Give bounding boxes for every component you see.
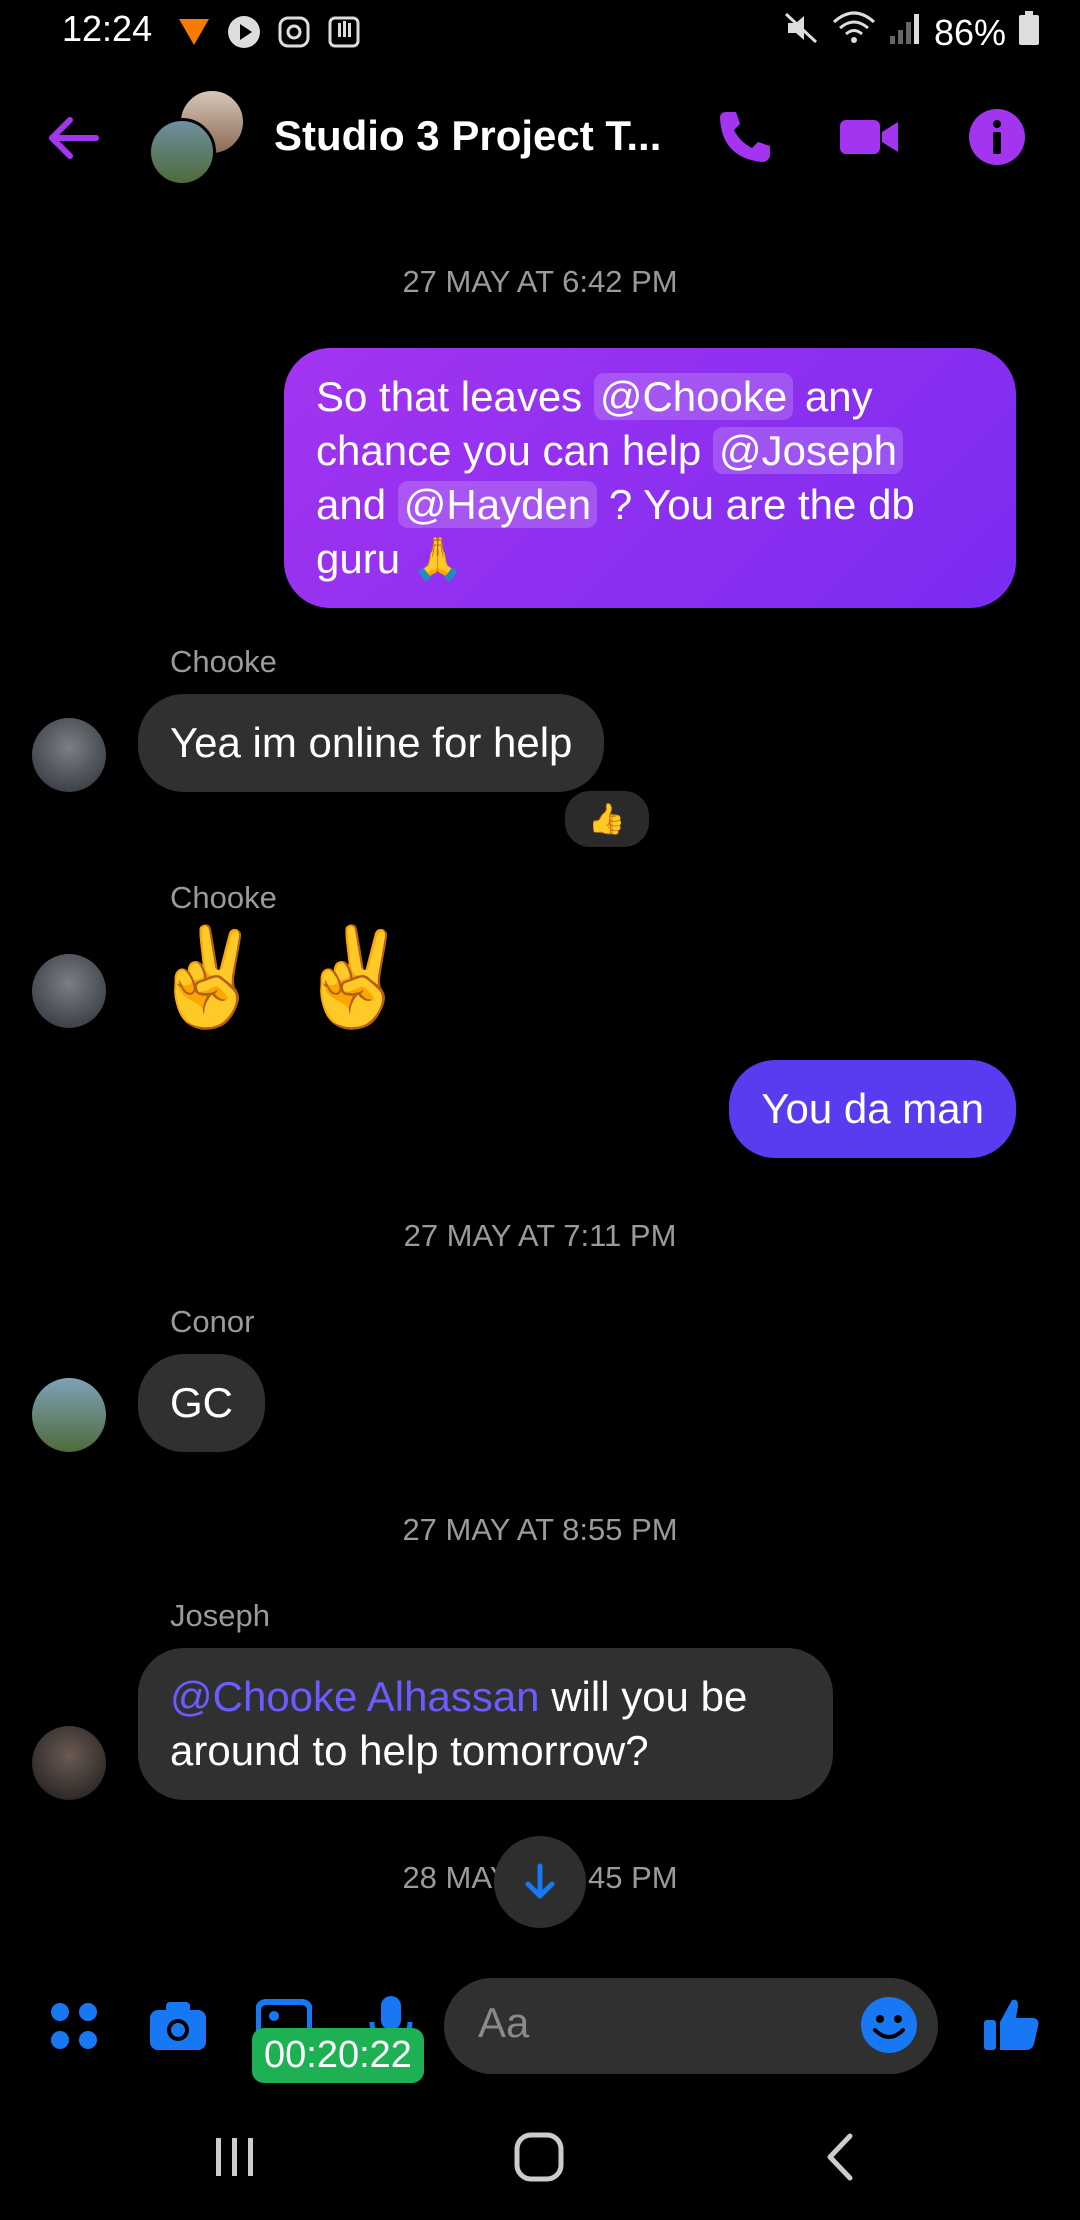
- avatar[interactable]: [32, 954, 106, 1028]
- sender-name: Chooke: [170, 644, 277, 679]
- phone-call-icon[interactable]: [712, 104, 778, 170]
- system-navigation-bar: [0, 2118, 1080, 2198]
- emoji-message[interactable]: ✌️ ✌️: [148, 922, 414, 1034]
- avatar[interactable]: [32, 1378, 106, 1452]
- message-bubble-incoming[interactable]: @Chooke Alhassan will you be around to h…: [138, 1648, 833, 1800]
- message-input[interactable]: [476, 1998, 840, 2048]
- instagram-icon: [276, 14, 312, 50]
- back-icon[interactable]: [820, 2130, 860, 2189]
- recent-apps-icon[interactable]: [210, 2132, 260, 2187]
- sender-name: Chooke: [170, 880, 277, 915]
- message-bubble-outgoing[interactable]: So that leaves @Chooke any chance you ca…: [284, 348, 1016, 608]
- group-avatar-bottom: [148, 118, 216, 186]
- message-text: So that leaves: [316, 373, 594, 420]
- battery-percent: 86%: [933, 11, 1006, 53]
- mention[interactable]: @Chooke: [593, 373, 794, 420]
- mute-icon: [784, 10, 820, 55]
- timestamp: 27 MAY AT 8:55 PM: [402, 1512, 678, 1547]
- video-call-icon[interactable]: [836, 104, 902, 170]
- avatar[interactable]: [32, 718, 106, 792]
- mention[interactable]: @Chooke Alhassan: [170, 1673, 540, 1720]
- wifi-icon: [832, 10, 876, 55]
- mention[interactable]: @Hayden: [397, 481, 598, 528]
- hand-icon: [326, 14, 362, 50]
- message-text: and: [316, 481, 398, 528]
- info-icon[interactable]: [964, 104, 1030, 170]
- message-bubble-outgoing[interactable]: You da man: [729, 1060, 1016, 1158]
- timestamp: 27 MAY AT 6:42 PM: [402, 264, 678, 299]
- back-arrow-icon[interactable]: [44, 108, 104, 168]
- group-avatar[interactable]: [148, 88, 248, 188]
- home-icon[interactable]: [512, 2130, 566, 2189]
- thumbs-up-icon[interactable]: [982, 1994, 1042, 2059]
- sender-name: Conor: [170, 1304, 255, 1339]
- recording-timer: 00:20:22: [252, 2028, 424, 2083]
- sender-name: Joseph: [170, 1598, 270, 1633]
- reaction-thumbs-up[interactable]: 👍: [562, 788, 652, 850]
- conversation-title[interactable]: Studio 3 Project T...: [274, 112, 661, 160]
- app-notification-icon: [176, 14, 212, 50]
- message-composer[interactable]: [444, 1978, 938, 2074]
- emoji-icon[interactable]: [858, 1994, 920, 2061]
- status-time: 12:24: [62, 8, 153, 49]
- play-icon: [226, 14, 262, 50]
- signal-icon: [888, 10, 922, 55]
- camera-icon[interactable]: [148, 1998, 208, 2059]
- scroll-to-bottom-button[interactable]: [494, 1836, 586, 1928]
- battery-icon: [1018, 10, 1040, 55]
- mention[interactable]: @Joseph: [712, 427, 904, 474]
- message-bubble-incoming[interactable]: Yea im online for help: [138, 694, 605, 792]
- message-bubble-incoming[interactable]: GC: [138, 1354, 265, 1452]
- timestamp: 27 MAY AT 7:11 PM: [403, 1218, 677, 1253]
- status-notification-icons: [176, 14, 362, 50]
- status-right: 86%: [784, 10, 1040, 55]
- avatar[interactable]: [32, 1726, 106, 1800]
- menu-grid-icon[interactable]: [48, 2000, 100, 2057]
- arrow-down-icon: [525, 1863, 555, 1899]
